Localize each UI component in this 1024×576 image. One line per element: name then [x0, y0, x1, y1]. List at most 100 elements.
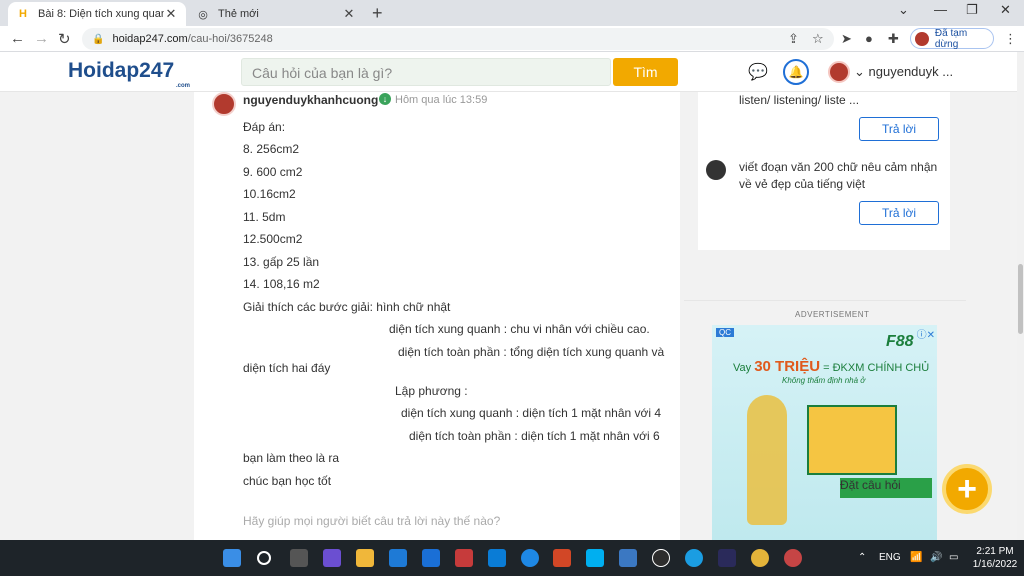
logo-text: Hoidap247 [68, 59, 175, 82]
page-viewport: Hoidap247 .com Câu hỏi của bạn là gì? Tì… [0, 52, 1024, 540]
ad-headline-amount: 30 TRIỆU [754, 358, 821, 375]
ad-model-image [747, 395, 787, 525]
tray-chevron-icon[interactable]: ⌃ [858, 552, 866, 563]
author-name[interactable]: nguyenduykhanhcuong [243, 93, 378, 107]
ask-question-plus-button[interactable]: + [942, 464, 992, 514]
tab-current[interactable]: H Bài 8: Diện tích xung quanh của h ✕ [8, 2, 186, 26]
bookmark-star-icon[interactable]: ☆ [812, 31, 824, 47]
rating-prompt: Hãy giúp mọi người biết câu trả lời này … [243, 514, 501, 528]
chrome-icon[interactable] [751, 549, 769, 567]
advertisement-banner[interactable]: QC ⓘ✕ F88 Vay 30 TRIỆU = ĐKXM CHÍNH CHỦ … [712, 325, 937, 540]
ad-info-icon[interactable]: ⓘ✕ [917, 326, 935, 341]
cursor-extension-icon[interactable]: ➤ [841, 31, 852, 47]
site-logo[interactable]: Hoidap247 .com [68, 59, 190, 89]
ad-storefront-image [807, 405, 897, 475]
reply-button[interactable]: Trả lời [859, 117, 939, 141]
answer-line: diện tích xung quanh : diện tích 1 mặt n… [401, 406, 662, 420]
minimize-icon[interactable]: — [934, 2, 947, 17]
language-indicator[interactable]: ENG [879, 552, 901, 563]
hoidap-favicon-icon: H [19, 8, 27, 20]
store-icon[interactable] [619, 549, 637, 567]
search-button[interactable]: Tìm [613, 58, 678, 86]
new-tab-button[interactable]: + [372, 3, 383, 24]
tab-title: Thẻ mới [218, 8, 259, 20]
battery-icon[interactable]: ▭ [949, 552, 958, 563]
address-bar[interactable]: 🔒 hoidap247.com /cau-hoi/3675248 [82, 28, 834, 50]
search-icon[interactable] [257, 551, 271, 565]
wifi-icon[interactable]: 📶 [910, 552, 922, 563]
scrollbar-thumb[interactable] [1018, 264, 1023, 334]
answer-line: diện tích hai đáy [243, 361, 331, 375]
edge-icon[interactable] [685, 549, 703, 567]
share-icon[interactable]: ⇪ [788, 31, 799, 47]
answer-line: 8. 256cm2 [243, 142, 300, 156]
ad-headline: Vay 30 TRIỆU = ĐKXM CHÍNH CHỦ [733, 358, 929, 375]
answer-line: 14. 108,16 m2 [243, 277, 320, 291]
close-tab-icon[interactable]: ✕ [342, 6, 356, 22]
cursor-app-icon[interactable] [718, 549, 736, 567]
volume-icon[interactable]: 🔊 [930, 552, 942, 563]
answer-line: 13. gấp 25 lần [243, 255, 320, 269]
skype-icon[interactable] [586, 549, 604, 567]
tab-search-icon[interactable]: ⌄ [898, 2, 909, 18]
menu-kebab-icon[interactable]: ⋮ [1004, 31, 1017, 47]
logo-sub: .com [176, 83, 191, 89]
profile-status-label: Đã tạm dừng [934, 27, 968, 50]
reload-icon[interactable]: ↻ [58, 30, 71, 48]
task-view-icon[interactable] [290, 549, 308, 567]
powerpoint-icon[interactable] [553, 549, 571, 567]
answer-line: diện tích toàn phần : diện tích 1 mặt nh… [409, 429, 660, 443]
question-text[interactable]: về vẻ đẹp của tiếng việt [739, 176, 865, 193]
github-icon[interactable] [652, 549, 670, 567]
answer-line: diện tích toàn phần : tổng diện tích xun… [398, 345, 665, 359]
forward-icon[interactable]: → [34, 30, 49, 47]
answer-line: Đáp án: [243, 120, 286, 134]
ad-badge: QC [716, 328, 734, 337]
ask-question-label[interactable]: Đặt câu hỏi [840, 478, 932, 498]
close-window-icon[interactable]: ✕ [1000, 2, 1011, 18]
start-windows-icon[interactable] [223, 549, 241, 567]
windows-taskbar: ⌃ ENG 📶 🔊 ▭ 2:21 PM 1/16/2022 [0, 540, 1024, 576]
system-clock[interactable]: 2:21 PM 1/16/2022 [968, 545, 1022, 571]
answer-line: 11. 5dm [243, 210, 286, 224]
chat-icon[interactable]: 💬 [748, 62, 768, 82]
answer-line: bạn làm theo là ra [243, 451, 340, 465]
snipping-app-icon[interactable] [455, 549, 473, 567]
browser-toolbar: ← → ↻ 🔒 hoidap247.com /cau-hoi/3675248 ⇪… [0, 26, 1024, 52]
user-menu[interactable]: ⌄ nguyenduyk ... [854, 64, 953, 80]
question-text[interactable]: listen/ listening/ liste ... [739, 92, 859, 109]
reply-button[interactable]: Trả lời [859, 201, 939, 225]
word-icon[interactable] [488, 549, 506, 567]
ad-headline-suffix: = ĐKXM CHÍNH CHỦ [823, 362, 930, 374]
teams-chat-icon[interactable] [323, 549, 341, 567]
dropbox-icon[interactable] [422, 549, 440, 567]
restore-icon[interactable]: ❐ [966, 2, 978, 18]
search-input[interactable]: Câu hỏi của bạn là gì? [241, 58, 611, 86]
notification-bell-icon[interactable]: 🔔 [783, 59, 809, 85]
close-tab-icon[interactable]: ✕ [164, 6, 178, 22]
extensions-puzzle-icon[interactable]: ✚ [888, 31, 899, 47]
site-header: Hoidap247 .com Câu hỏi của bạn là gì? Tì… [0, 52, 1017, 92]
user-avatar[interactable] [828, 61, 850, 83]
chrome-profile-icon[interactable] [784, 549, 802, 567]
answer-line: 10.16cm2 [243, 187, 296, 201]
file-explorer-icon[interactable] [356, 549, 374, 567]
profile-paused-button[interactable]: Đã tạm dừng [910, 27, 994, 50]
tab-title: Bài 8: Diện tích xung quanh của h [38, 8, 164, 20]
tab-new[interactable]: ◎ Thẻ mới ✕ [188, 2, 364, 26]
mail-icon[interactable] [389, 549, 407, 567]
answer-line: 12.500cm2 [243, 232, 303, 246]
globe-icon: ◎ [198, 8, 208, 21]
asker-avatar[interactable] [706, 160, 726, 180]
profile-avatar [915, 31, 929, 46]
author-avatar[interactable] [212, 92, 236, 116]
question-text[interactable]: viết đoạn văn 200 chữ nêu cảm nhận [739, 159, 937, 176]
cookie-extension-icon[interactable]: ● [865, 31, 873, 46]
clock-time: 2:21 PM [976, 546, 1014, 557]
back-icon[interactable]: ← [10, 30, 25, 47]
ad-brand: F88 [886, 333, 914, 350]
ad-headline-prefix: Vay [733, 362, 752, 374]
answer-card: nguyenduykhanhcuong ↓ Hôm qua lúc 13:59 … [194, 92, 680, 540]
advertisement-label: ADVERTISEMENT [795, 310, 870, 319]
zalo-icon[interactable] [521, 549, 539, 567]
